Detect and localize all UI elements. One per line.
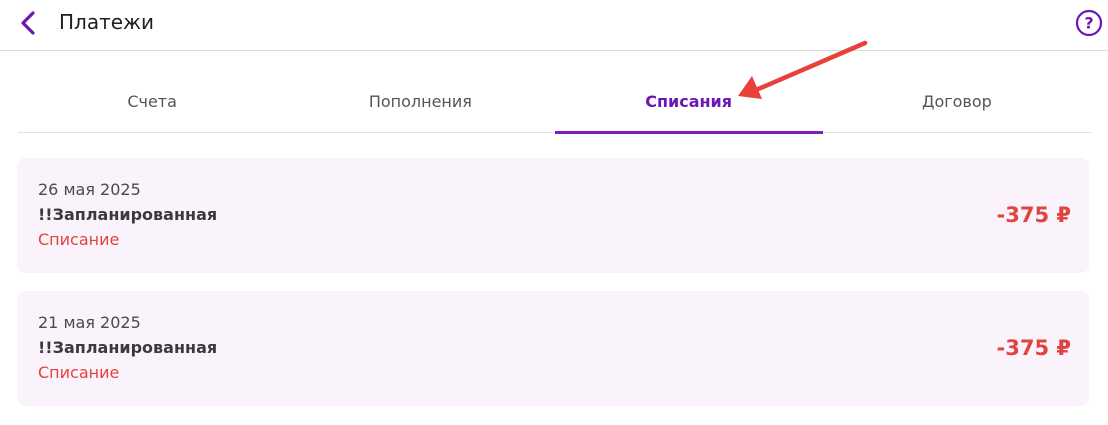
transaction-name: !!Запланированная bbox=[38, 338, 218, 357]
transaction-date: 21 мая 2025 bbox=[38, 313, 141, 332]
transaction-type: Списание bbox=[38, 230, 120, 249]
transaction-type: Списание bbox=[38, 363, 120, 382]
transaction-card[interactable]: 21 мая 2025 !!Запланированная Списание -… bbox=[17, 291, 1089, 406]
tab-contract[interactable]: Договор bbox=[823, 74, 1091, 132]
tab-accounts[interactable]: Счета bbox=[18, 74, 286, 132]
transaction-name: !!Запланированная bbox=[38, 205, 218, 224]
transaction-card[interactable]: 26 мая 2025 !!Запланированная Списание -… bbox=[17, 158, 1089, 273]
transaction-amount: -375 ₽ bbox=[996, 336, 1071, 360]
chevron-left-icon[interactable] bbox=[16, 9, 40, 37]
tab-debits[interactable]: Списания bbox=[554, 74, 824, 134]
transaction-date: 26 мая 2025 bbox=[38, 180, 141, 199]
tab-top-ups[interactable]: Пополнения bbox=[286, 74, 554, 132]
question-circle-icon[interactable]: ? bbox=[1075, 9, 1103, 37]
page-title: Платежи bbox=[59, 10, 155, 34]
transaction-amount: -375 ₽ bbox=[996, 203, 1071, 227]
svg-text:?: ? bbox=[1084, 14, 1093, 33]
header-bar: Платежи ? bbox=[0, 0, 1108, 51]
tab-bar: Счета Пополнения Списания Договор bbox=[18, 74, 1091, 134]
